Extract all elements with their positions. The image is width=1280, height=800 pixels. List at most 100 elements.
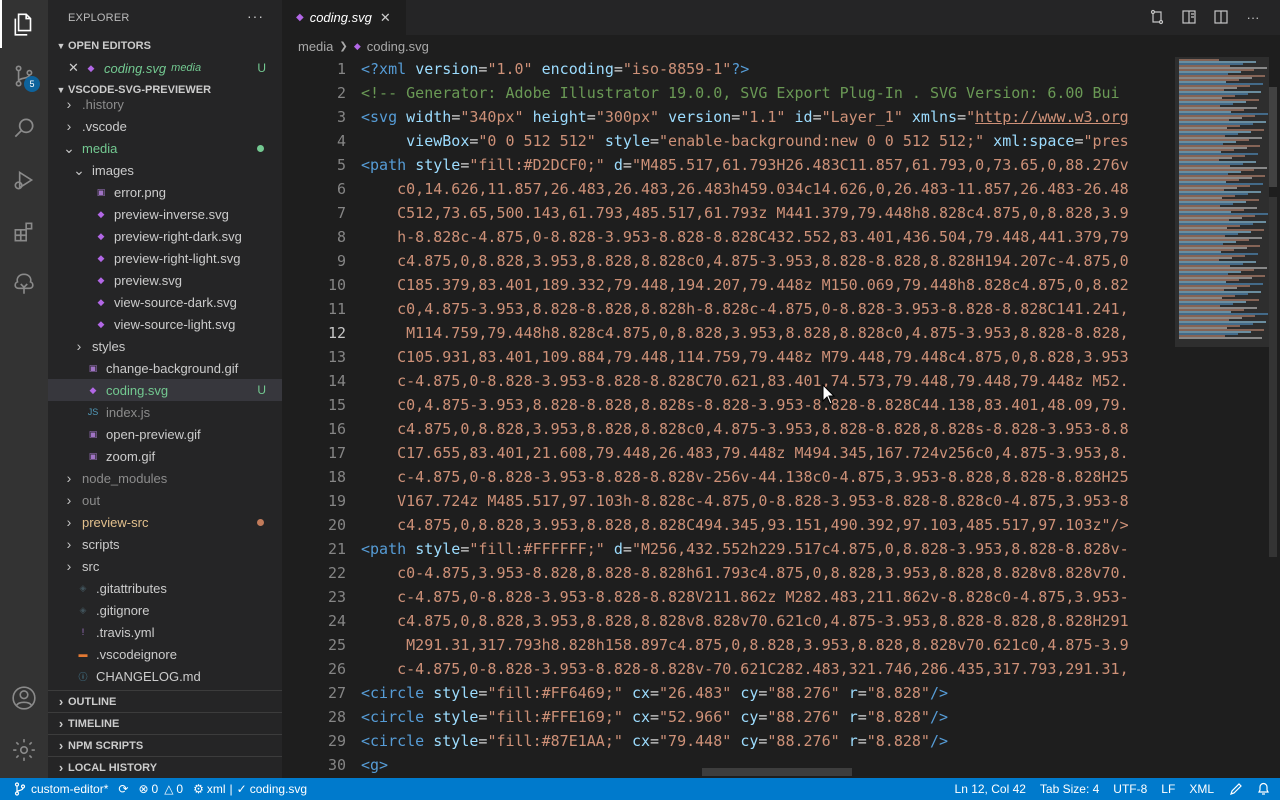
tree-item[interactable]: › styles	[48, 335, 282, 357]
explorer-files-icon[interactable]	[0, 0, 48, 48]
branch-indicator[interactable]: custom-editor*	[0, 778, 113, 800]
code-token: ?>	[731, 60, 750, 78]
vertical-scrollbar-track[interactable]	[1269, 197, 1277, 557]
tree-item[interactable]: ⌄ media	[48, 137, 282, 159]
language-mode[interactable]: XML	[1182, 778, 1221, 800]
horizontal-scrollbar[interactable]	[702, 768, 852, 776]
code-line[interactable]: c0,14.626,11.857,26.483,26.483,26.483h45…	[361, 177, 1173, 201]
code-line[interactable]: c0-4.875,3.953-8.828,8.828-8.828h61.793c…	[361, 561, 1173, 585]
tree-item[interactable]: › .history	[48, 93, 282, 115]
tree-item[interactable]: ▣ open-preview.gif	[48, 423, 282, 445]
code-line[interactable]: c4.875,0,8.828,3.953,8.828,8.828v8.828v7…	[361, 609, 1173, 633]
problems-indicator[interactable]: ⊗ 0 △ 0	[133, 778, 188, 800]
tree-item[interactable]: ◆ preview-right-dark.svg	[48, 225, 282, 247]
code-line[interactable]: <path style="fill:#D2DCF0;" d="M485.517,…	[361, 153, 1173, 177]
code-line[interactable]: C512,73.65,500.143,61.793,485.517,61.793…	[361, 201, 1173, 225]
code-line[interactable]: <circle style="fill:#87E1AA;" cx="79.448…	[361, 729, 1173, 753]
tree-item[interactable]: › node_modules	[48, 467, 282, 489]
code-line[interactable]: <!-- Generator: Adobe Illustrator 19.0.0…	[361, 81, 1173, 105]
code-line[interactable]: V167.724z M485.517,97.103h-8.828c-4.875,…	[361, 489, 1173, 513]
code-line[interactable]: <path style="fill:#FFFFFF;" d="M256,432.…	[361, 537, 1173, 561]
tree-item-label: .gitattributes	[96, 580, 167, 596]
feedback-icon[interactable]	[1221, 778, 1251, 800]
end-of-line[interactable]: LF	[1154, 778, 1182, 800]
tab-coding-svg[interactable]: ◆ coding.svg ✕	[282, 0, 406, 35]
code-line[interactable]: c0,4.875-3.953,8.828-8.828,8.828h-8.828c…	[361, 297, 1173, 321]
tree-item[interactable]: ! .travis.yml	[48, 621, 282, 643]
code-line[interactable]: <?xml version="1.0" encoding="iso-8859-1…	[361, 57, 1173, 81]
cursor-position[interactable]: Ln 12, Col 42	[948, 778, 1033, 800]
code-line[interactable]: M291.31,317.793h8.828h158.897c4.875,0,8.…	[361, 633, 1173, 657]
code-line[interactable]: c-4.875,0-8.828-3.953-8.828-8.828V211.86…	[361, 585, 1173, 609]
split-editor-icon[interactable]	[1212, 8, 1230, 26]
code-line[interactable]: c-4.875,0-8.828-3.953-8.828-8.828v-70.62…	[361, 657, 1173, 681]
open-changes-icon[interactable]	[1148, 8, 1166, 26]
breadcrumb-folder[interactable]: media	[298, 39, 333, 54]
tree-item[interactable]: ◆ view-source-light.svg	[48, 313, 282, 335]
code-token: "8.828"	[866, 708, 930, 726]
code-line[interactable]: M114.759,79.448h8.828c4.875,0,8.828,3.95…	[361, 321, 1173, 345]
settings-gear-icon[interactable]	[0, 726, 48, 774]
tree-item[interactable]: ◆ preview.svg	[48, 269, 282, 291]
section-header[interactable]: › TIMELINE	[48, 712, 282, 734]
section-header[interactable]: › NPM SCRIPTS	[48, 734, 282, 756]
close-icon[interactable]: ✕	[380, 10, 391, 26]
tree-item[interactable]: › .vscode	[48, 115, 282, 137]
tree-item[interactable]: ⌄ images	[48, 159, 282, 181]
more-actions-icon[interactable]: ···	[1244, 8, 1262, 26]
tree-item[interactable]: ◆ coding.svg U	[48, 379, 282, 401]
tree-item[interactable]: ◈ .gitignore	[48, 599, 282, 621]
code-editor[interactable]: 1 2 3 4 5 6 7 8 9 10 11 12 13 14 15 16 17 18 19 20 21 22 23 24 2…	[282, 57, 1280, 778]
tree-item[interactable]: › out	[48, 489, 282, 511]
code-line[interactable]: C185.379,83.401,189.332,79.448,194.207,7…	[361, 273, 1173, 297]
extensions-icon[interactable]	[0, 208, 48, 256]
code-line[interactable]: c4.875,0,8.828,3.953,8.828,8.828C494.345…	[361, 513, 1173, 537]
minimap[interactable]	[1175, 57, 1269, 347]
breadcrumb-file[interactable]: coding.svg	[367, 39, 429, 54]
sync-icon[interactable]: ⟳	[113, 778, 133, 800]
remote-tree-icon[interactable]	[0, 260, 48, 308]
code-line[interactable]: c4.875,0,8.828,3.953,8.828,8.828c0,4.875…	[361, 417, 1173, 441]
encoding[interactable]: UTF-8	[1106, 778, 1154, 800]
run-debug-icon[interactable]	[0, 156, 48, 204]
tree-item[interactable]: ▣ zoom.gif	[48, 445, 282, 467]
code-line[interactable]: c-4.875,0-8.828-3.953-8.828-8.828v-256v-…	[361, 465, 1173, 489]
search-icon[interactable]	[0, 104, 48, 152]
tree-item[interactable]: ◆ preview-right-light.svg	[48, 247, 282, 269]
tree-item[interactable]: ▬ .vscodeignore	[48, 643, 282, 665]
open-editors-header[interactable]: ▼ OPEN EDITORS	[48, 35, 282, 57]
open-editor-item[interactable]: ✕ ◆ coding.svg media U	[48, 57, 282, 79]
open-preview-icon[interactable]	[1180, 8, 1198, 26]
language-info[interactable]: ⚙ xml | ✓ coding.svg	[188, 778, 312, 800]
code-line[interactable]: <circle style="fill:#FFE169;" cx="52.966…	[361, 705, 1173, 729]
tree-item[interactable]: › scripts	[48, 533, 282, 555]
notifications-bell-icon[interactable]	[1251, 778, 1280, 800]
code-line[interactable]: c0,4.875-3.953,8.828-8.828,8.828s-8.828-…	[361, 393, 1173, 417]
vertical-scrollbar[interactable]	[1269, 87, 1277, 187]
tree-item[interactable]: ▣ change-background.gif	[48, 357, 282, 379]
code-line[interactable]: viewBox="0 0 512 512" style="enable-back…	[361, 129, 1173, 153]
close-icon[interactable]: ✕	[68, 60, 84, 76]
source-control-icon[interactable]: 5	[0, 52, 48, 100]
section-header[interactable]: › LOCAL HISTORY	[48, 756, 282, 778]
more-actions-icon[interactable]: ···	[247, 8, 264, 24]
tree-item[interactable]: ◆ view-source-dark.svg	[48, 291, 282, 313]
tree-item[interactable]: ▣ error.png	[48, 181, 282, 203]
code-line[interactable]: C105.931,83.401,109.884,79.448,114.759,7…	[361, 345, 1173, 369]
code-line[interactable]: c-4.875,0-8.828-3.953-8.828-8.828C70.621…	[361, 369, 1173, 393]
section-header[interactable]: › OUTLINE	[48, 690, 282, 712]
tree-item[interactable]: › src	[48, 555, 282, 577]
code-line[interactable]: C17.655,83.401,21.608,79.448,26.483,79.4…	[361, 441, 1173, 465]
code-line[interactable]: h-8.828c-4.875,0-8.828-3.953-8.828-8.828…	[361, 225, 1173, 249]
code-line[interactable]: c4.875,0,8.828,3.953,8.828,8.828c0,4.875…	[361, 249, 1173, 273]
tab-size[interactable]: Tab Size: 4	[1033, 778, 1106, 800]
tree-item[interactable]: ⓘ CHANGELOG.md	[48, 665, 282, 687]
code-line[interactable]: <svg width="340px" height="300px" versio…	[361, 105, 1173, 129]
code-line[interactable]: <circle style="fill:#FF6469;" cx="26.483…	[361, 681, 1173, 705]
tree-item[interactable]: ◈ .gitattributes	[48, 577, 282, 599]
tree-item[interactable]: ◆ preview-inverse.svg	[48, 203, 282, 225]
code-text[interactable]: <?xml version="1.0" encoding="iso-8859-1…	[361, 57, 1173, 777]
account-icon[interactable]	[0, 674, 48, 722]
tree-item[interactable]: JS index.js	[48, 401, 282, 423]
tree-item[interactable]: › preview-src	[48, 511, 282, 533]
